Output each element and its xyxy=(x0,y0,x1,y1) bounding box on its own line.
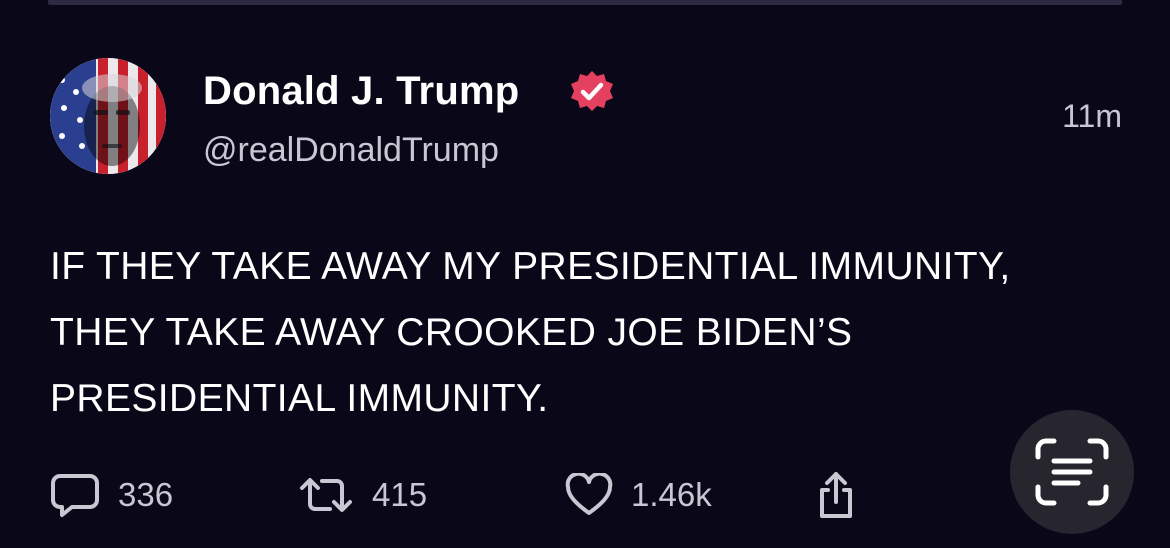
author-handle[interactable]: @realDonaldTrump xyxy=(203,131,499,170)
text-scan-icon xyxy=(1035,438,1109,506)
flag-portrait-avatar-icon xyxy=(50,58,166,174)
repost-button[interactable]: 415 xyxy=(298,470,427,520)
like-count: 1.46k xyxy=(631,476,712,513)
text-scan-button[interactable] xyxy=(1010,410,1134,534)
like-button[interactable]: 1.46k xyxy=(565,470,712,520)
heart-icon xyxy=(565,473,613,515)
top-divider xyxy=(48,0,1122,5)
reply-icon xyxy=(51,474,99,517)
repost-icon xyxy=(300,478,352,512)
share-button[interactable] xyxy=(814,470,858,520)
post-text: IF THEY TAKE AWAY MY PRESIDENTIAL IMMUNI… xyxy=(50,245,1011,420)
repost-count: 415 xyxy=(372,476,428,513)
reply-button[interactable]: 336 xyxy=(50,470,173,520)
post-timestamp: 11m xyxy=(1062,98,1122,134)
reply-count: 336 xyxy=(118,476,174,513)
verified-badge-icon xyxy=(568,68,616,116)
author-display-name[interactable]: Donald J. Trump xyxy=(203,69,519,114)
avatar[interactable] xyxy=(50,58,166,174)
share-icon xyxy=(820,472,852,518)
